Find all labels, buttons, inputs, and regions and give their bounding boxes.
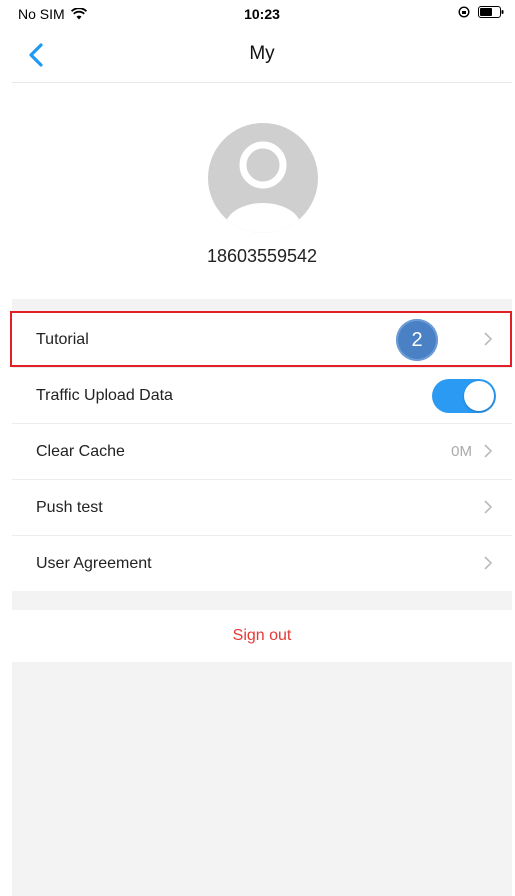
menu-item-label: Traffic Upload Data [36,386,173,404]
traffic-upload-toggle[interactable] [432,379,496,413]
settings-list: Tutorial 2 Traffic Upload Data Clear Cac… [10,311,512,591]
status-bar: No SIM 10:23 [12,0,512,28]
menu-item-clear-cache[interactable]: Clear Cache 0M [12,424,512,480]
menu-item-traffic-upload: Traffic Upload Data [12,368,512,424]
chevron-right-icon [484,444,493,458]
menu-item-tutorial[interactable]: Tutorial 2 [10,311,512,368]
chevron-right-icon [484,556,493,570]
menu-item-label: Clear Cache [36,442,125,460]
annotation-badge: 2 [396,319,438,361]
menu-item-user-agreement[interactable]: User Agreement [12,536,512,591]
chevron-right-icon [484,500,493,514]
status-time: 10:23 [244,6,280,22]
chevron-right-icon [484,332,493,346]
menu-item-label: Tutorial [36,330,89,348]
page-title: My [249,43,275,64]
battery-icon [478,6,504,18]
menu-item-label: User Agreement [36,554,152,572]
phone-number: 18603559542 [206,246,318,266]
app-screen: No SIM 10:23 My 18603559542 Tutorial 2 T… [10,0,512,896]
menu-item-push-test[interactable]: Push test [12,480,512,536]
cache-size-value: 0M [451,443,472,460]
orientation-lock-icon [458,6,470,18]
sign-out-button[interactable]: Sign out [12,610,512,662]
menu-item-label: Push test [36,498,103,516]
nav-bar: My [12,28,512,83]
toggle-knob [464,381,494,411]
profile-section: 18603559542 [12,83,512,299]
user-avatar-icon[interactable] [208,123,318,233]
status-right [458,6,504,18]
